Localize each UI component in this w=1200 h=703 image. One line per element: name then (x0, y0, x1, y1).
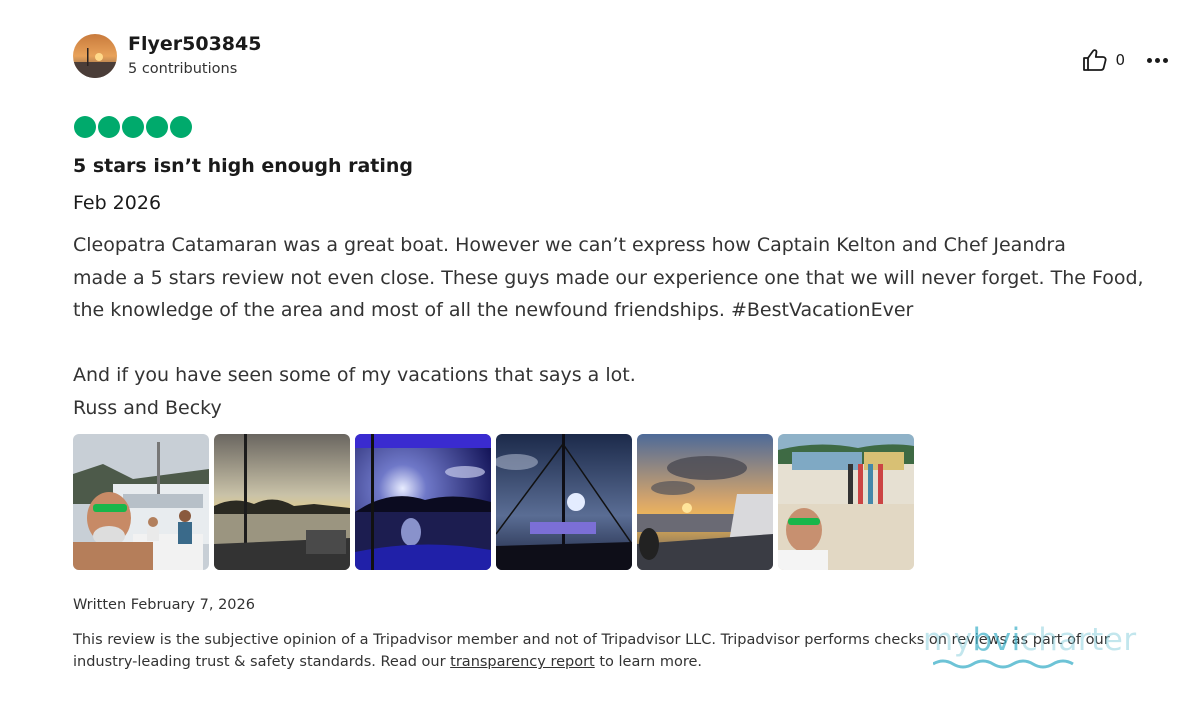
more-dots-icon (1163, 57, 1168, 63)
written-date: Written February 7, 2026 (73, 597, 255, 613)
review-body-line: Russ and Becky (73, 396, 222, 419)
review-photos (73, 434, 914, 570)
disclaimer-text: to learn more. (599, 654, 703, 670)
review-disclaimer: This review is the subjective opinion of… (73, 629, 1173, 673)
review-body-line: made a 5 stars review not even close. Th… (73, 266, 1144, 289)
review-photo-mast[interactable] (496, 434, 632, 570)
review-body-line: And if you have seen some of my vacation… (73, 364, 636, 387)
rating-bubble-icon (74, 116, 96, 138)
more-options-button[interactable] (1147, 54, 1168, 67)
transparency-report-link[interactable]: transparency report (450, 654, 595, 670)
review-body-line: the knowledge of the area and most of al… (73, 299, 914, 322)
review-photo-sunset-helm[interactable] (214, 434, 350, 570)
review-title[interactable]: 5 stars isn’t high enough rating (73, 155, 413, 177)
reviewer-name[interactable]: Flyer503845 (128, 33, 261, 55)
disclaimer-line-2: industry-leading trust & safety standard… (73, 651, 1173, 673)
reviewer-header: Flyer503845 5 contributions (73, 33, 261, 78)
review-photo-sunset-water[interactable] (637, 434, 773, 570)
disclaimer-text: industry-leading trust & safety standard… (73, 654, 446, 670)
rating-bubble-icon (122, 116, 144, 138)
rating-bubbles (74, 116, 192, 138)
rating-bubble-icon (146, 116, 168, 138)
helpful-button[interactable]: 0 (1082, 48, 1125, 72)
more-dots-icon (1147, 57, 1152, 63)
rating-bubble-icon (98, 116, 120, 138)
rating-bubble-icon (170, 116, 192, 138)
reviewer-meta: Flyer503845 5 contributions (128, 33, 261, 78)
disclaimer-line: This review is the subjective opinion of… (73, 632, 1110, 648)
review-photo-selfie[interactable] (73, 434, 209, 570)
more-dots-icon (1155, 57, 1160, 63)
avatar[interactable] (73, 33, 117, 78)
thumbs-up-icon (1083, 49, 1108, 71)
review-card: Flyer503845 5 contributions 0 5 stars is… (0, 0, 1200, 703)
review-actions: 0 (1082, 48, 1168, 72)
helpful-count: 0 (1115, 51, 1125, 69)
review-body: Cleopatra Catamaran was a great boat. Ho… (73, 229, 1173, 425)
review-date: Feb 2026 (73, 192, 162, 214)
review-body-line: Cleopatra Catamaran was a great boat. Ho… (73, 234, 1066, 256)
review-photo-night-moon[interactable] (355, 434, 491, 570)
contributions-count: 5 contributions (128, 61, 238, 77)
review-photo-group-selfie[interactable] (778, 434, 914, 570)
